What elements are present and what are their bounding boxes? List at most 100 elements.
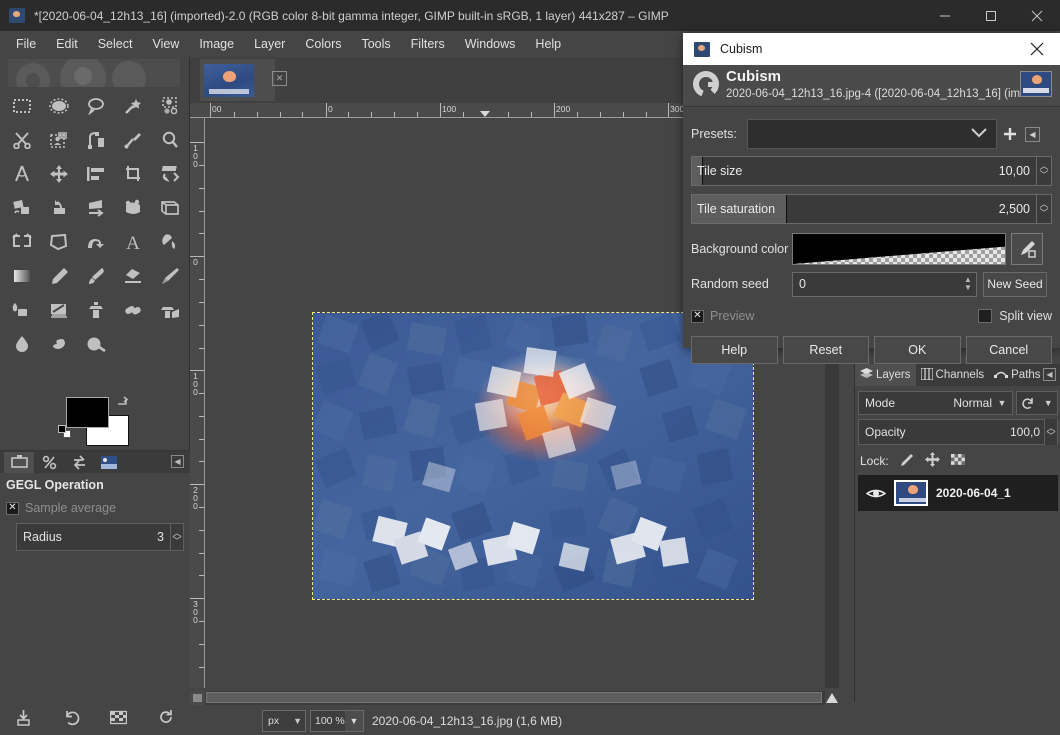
- help-button[interactable]: Help: [691, 336, 778, 364]
- tool-clone[interactable]: [78, 293, 114, 326]
- mode-chevron-down-icon[interactable]: ▼: [1044, 398, 1053, 408]
- mode-revert-button[interactable]: ▼: [1016, 391, 1058, 415]
- tool-rotate[interactable]: [152, 157, 188, 190]
- layer-list-item[interactable]: 2020-06-04_1: [858, 475, 1058, 511]
- zoom-chevron-down-icon[interactable]: ▼: [345, 711, 363, 731]
- lock-alpha-icon[interactable]: [950, 453, 965, 469]
- tab-undo-history[interactable]: [64, 452, 94, 473]
- tile-saturation-stepper[interactable]: ︿ ﹀: [1036, 195, 1051, 223]
- dock-tab-menu-icon[interactable]: ◀: [1043, 368, 1056, 381]
- swap-colors-icon[interactable]: [116, 395, 130, 409]
- tab-channels[interactable]: Channels: [916, 364, 990, 386]
- tile-size-slider[interactable]: Tile size 10,00 ︿ ﹀: [691, 156, 1052, 186]
- tool-perspective[interactable]: [78, 191, 114, 224]
- tool-airbrush[interactable]: [152, 259, 188, 292]
- tool-paintbrush[interactable]: [78, 259, 114, 292]
- tool-measure[interactable]: [4, 157, 40, 190]
- tool-rectangle-select[interactable]: [4, 89, 40, 122]
- quickmask-icon[interactable]: [110, 709, 128, 729]
- tool-flip[interactable]: [4, 225, 40, 258]
- layer-mode-select[interactable]: Mode Normal ▼: [858, 391, 1013, 415]
- tool-ellipse-select[interactable]: [41, 89, 77, 122]
- minimize-button[interactable]: [922, 0, 968, 31]
- tool-heal[interactable]: [115, 293, 151, 326]
- menu-image[interactable]: Image: [189, 33, 244, 55]
- menu-colors[interactable]: Colors: [295, 33, 351, 55]
- tile-size-stepper[interactable]: ︿ ﹀: [1036, 157, 1051, 185]
- tool-fuzzy-select[interactable]: [115, 89, 151, 122]
- foreground-color-swatch[interactable]: [66, 397, 109, 428]
- ok-button[interactable]: OK: [874, 336, 961, 364]
- tool-gradient[interactable]: [4, 259, 40, 292]
- maximize-button[interactable]: [968, 0, 1014, 31]
- menu-tools[interactable]: Tools: [351, 33, 400, 55]
- opacity-stepper[interactable]: ︿ ﹀: [1044, 419, 1057, 445]
- random-seed-stepper[interactable]: ▲ ▼: [960, 273, 976, 296]
- tab-paths[interactable]: Paths: [989, 364, 1045, 386]
- zoom-selector[interactable]: 100 % ▼: [310, 710, 364, 732]
- layer-opacity-slider[interactable]: Opacity 100,0 ︿ ﹀: [858, 419, 1058, 445]
- tool-shear[interactable]: [41, 191, 77, 224]
- navigation-corner-button[interactable]: [190, 691, 205, 705]
- tool-scissors-select[interactable]: [4, 123, 40, 156]
- tool-smudge[interactable]: [41, 327, 77, 360]
- add-preset-button[interactable]: [997, 126, 1023, 142]
- sample-average-checkbox[interactable]: ✕: [6, 501, 19, 515]
- unit-selector[interactable]: px ▼: [262, 710, 306, 732]
- save-icon[interactable]: [15, 709, 32, 729]
- menu-edit[interactable]: Edit: [46, 33, 88, 55]
- tool-eraser[interactable]: [115, 259, 151, 292]
- reset-colors-icon[interactable]: [58, 425, 72, 439]
- tool-dodge-burn[interactable]: [78, 327, 114, 360]
- presets-chevron-down-icon[interactable]: [970, 127, 988, 141]
- tool-zoom[interactable]: [152, 123, 188, 156]
- color-picker-button[interactable]: [1011, 233, 1043, 265]
- tool-perspective-clone[interactable]: [152, 293, 188, 326]
- image-tab[interactable]: [200, 59, 275, 101]
- radius-stepper[interactable]: ︿ ﹀: [170, 524, 183, 550]
- tab-images[interactable]: [94, 452, 124, 473]
- tool-blur-sharpen[interactable]: [4, 327, 40, 360]
- image-tab-close-icon[interactable]: ✕: [272, 71, 287, 86]
- random-seed-input[interactable]: 0 ▲ ▼: [792, 271, 977, 297]
- quick-mask-corner-icon[interactable]: [825, 691, 839, 705]
- menu-view[interactable]: View: [142, 33, 189, 55]
- menu-windows[interactable]: Windows: [455, 33, 526, 55]
- tool-select-by-color[interactable]: [152, 89, 188, 122]
- layer-visibility-eye-icon[interactable]: [858, 487, 894, 500]
- tool-alignment[interactable]: [78, 157, 114, 190]
- split-view-checkbox[interactable]: [978, 309, 993, 323]
- tool-color-picker[interactable]: [115, 123, 151, 156]
- close-button[interactable]: [1014, 0, 1060, 31]
- unit-chevron-down-icon[interactable]: ▼: [293, 716, 302, 726]
- preview-checkbox[interactable]: ✕: [691, 309, 704, 323]
- radius-spinner[interactable]: Radius 3 ︿ ﹀: [16, 523, 184, 551]
- background-color-well[interactable]: [792, 233, 1006, 265]
- menu-file[interactable]: File: [6, 33, 46, 55]
- tool-cage-transform[interactable]: [41, 225, 77, 258]
- tool-free-select[interactable]: [78, 89, 114, 122]
- tool-bucket-fill[interactable]: [152, 225, 188, 258]
- tool-unified-transform[interactable]: [115, 191, 151, 224]
- menu-filters[interactable]: Filters: [401, 33, 455, 55]
- lock-position-icon[interactable]: [924, 452, 940, 470]
- tool-move[interactable]: [41, 157, 77, 190]
- canvas-horizontal-scrollbar[interactable]: [205, 691, 825, 705]
- tool-text[interactable]: A: [115, 225, 151, 258]
- new-seed-button[interactable]: New Seed: [983, 271, 1047, 297]
- tile-saturation-slider[interactable]: Tile saturation 2,500 ︿ ﹀: [691, 194, 1052, 224]
- menu-select[interactable]: Select: [88, 33, 143, 55]
- undo-icon[interactable]: [63, 709, 80, 729]
- tool-warp-transform[interactable]: [78, 225, 114, 258]
- dialog-close-button[interactable]: [1014, 33, 1060, 65]
- menu-help[interactable]: Help: [525, 33, 571, 55]
- tool-scale[interactable]: [4, 191, 40, 224]
- tab-device-status[interactable]: [34, 452, 64, 473]
- presets-combobox[interactable]: [747, 119, 997, 149]
- lock-pixels-icon[interactable]: [900, 453, 914, 470]
- tool-ink[interactable]: [4, 293, 40, 326]
- tool-options-menu-icon[interactable]: ◀: [171, 455, 184, 468]
- menu-layer[interactable]: Layer: [244, 33, 295, 55]
- tool-foreground-select[interactable]: [41, 123, 77, 156]
- layer-mode-chevron-down-icon[interactable]: ▼: [992, 398, 1012, 408]
